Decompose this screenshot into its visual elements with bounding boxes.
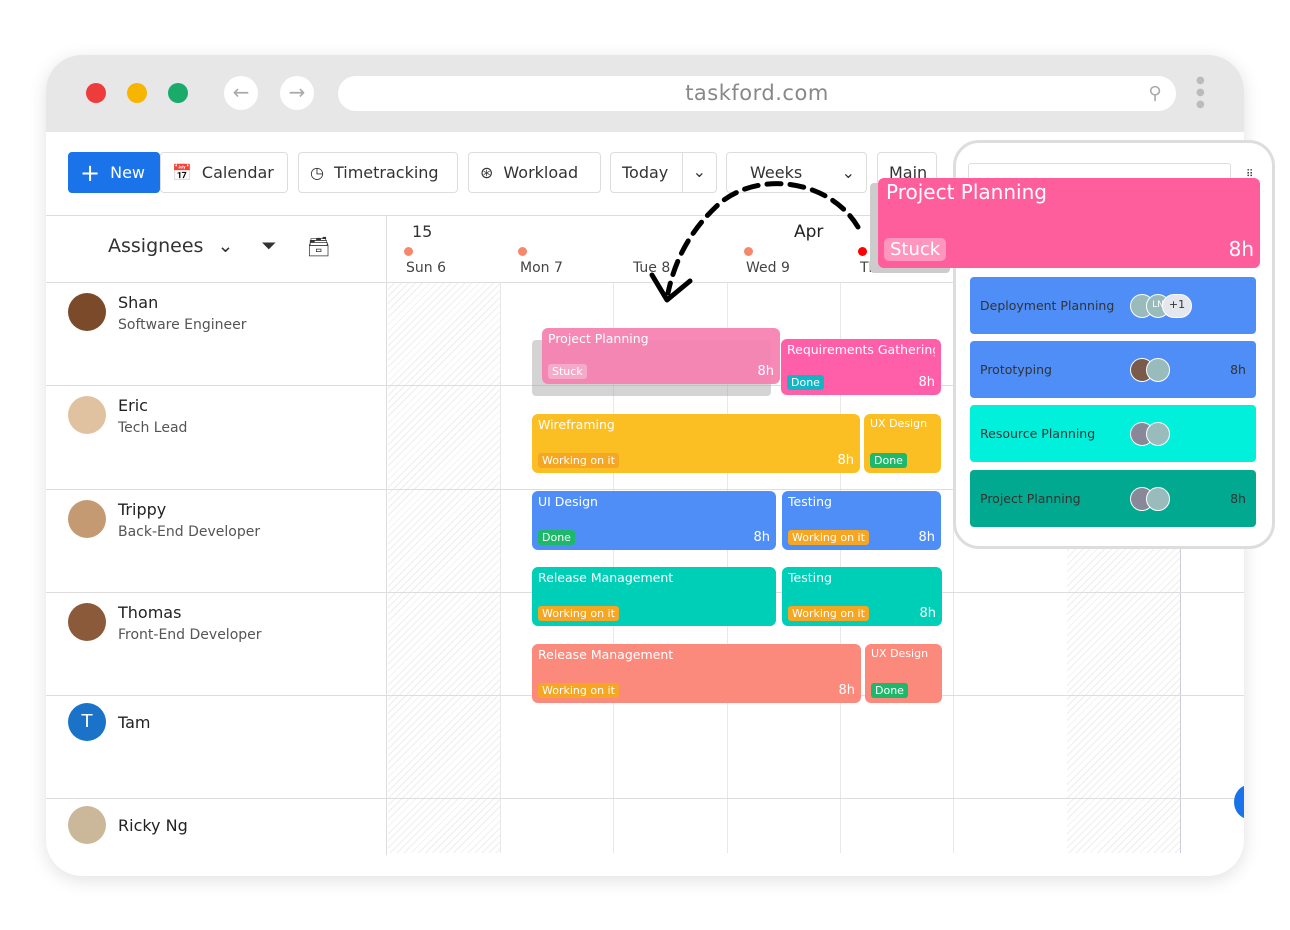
assignee-row[interactable]: Shan Software Engineer (68, 293, 247, 333)
dragged-event-card[interactable]: Project Planning Stuck 8h (878, 178, 1260, 268)
avatar: T (68, 703, 106, 741)
event-card[interactable]: Wireframing Working on it 8h (532, 414, 860, 473)
panel-card[interactable]: Resource Planning (970, 405, 1256, 462)
maximize-window-button[interactable] (168, 83, 188, 103)
status-badge: Working on it (538, 606, 619, 621)
assignee-row[interactable]: Eric Tech Lead (68, 396, 187, 436)
search-icon[interactable]: ⚲ (1148, 76, 1162, 111)
more-vertical-icon[interactable]: ● ● ● (1196, 75, 1205, 111)
assignee-role: Tech Lead (118, 420, 188, 436)
new-button[interactable]: + New (68, 152, 160, 193)
status-badge: Working on it (788, 606, 869, 621)
floating-action-button[interactable] (1234, 785, 1244, 819)
panel-card[interactable]: Deployment Planning LN +1 (970, 277, 1256, 334)
status-badge: Stuck (548, 364, 587, 379)
status-badge: Done (870, 453, 907, 468)
assignee-row[interactable]: T Tam (68, 703, 151, 741)
event-card[interactable]: UX Design Done (864, 414, 941, 473)
address-bar[interactable]: taskford.com ⚲ (338, 76, 1176, 111)
avatar (68, 500, 106, 538)
event-card[interactable]: UX Design Done (865, 644, 942, 703)
back-arrow-icon[interactable]: ← (224, 76, 258, 110)
day-header: Mon 7 (520, 260, 563, 276)
event-card[interactable]: Project Planning Stuck 8h (542, 328, 780, 384)
assignee-row[interactable]: Thomas Front-End Developer (68, 603, 262, 643)
clock-icon: ◷ (310, 163, 324, 182)
event-card[interactable]: Testing Working on it 8h (782, 491, 941, 550)
forward-arrow-icon[interactable]: → (280, 76, 314, 110)
plus-icon: + (80, 158, 101, 187)
event-card[interactable]: Requirements Gathering Done 8h (781, 339, 941, 395)
assignee-name: Eric (118, 396, 148, 415)
assignee-role: Software Engineer (118, 317, 247, 333)
workload-button[interactable]: ⊛ Workload (468, 152, 601, 193)
avatar (68, 603, 106, 641)
assignee-name: Shan (118, 293, 159, 312)
assignee-row[interactable]: Trippy Back-End Developer (68, 500, 260, 540)
archive-icon[interactable]: 🗃 (307, 235, 331, 258)
status-badge: Stuck (884, 238, 947, 261)
dragged-title: Project Planning (886, 180, 1047, 204)
workload-label: Workload (503, 163, 579, 182)
assignees-header: Assignees ⌄ ⏷ 🗃 (108, 235, 331, 258)
new-label: New (110, 163, 146, 182)
event-card[interactable]: Testing Working on it 8h (782, 567, 942, 626)
assignee-name: Trippy (118, 500, 167, 519)
assignee-name: Tam (118, 712, 151, 732)
event-card[interactable]: Release Management Working on it (532, 567, 776, 626)
assignees-dropdown[interactable]: Assignees (108, 235, 203, 258)
status-badge: Working on it (788, 530, 869, 545)
workload-icon: ⊛ (480, 163, 494, 182)
hours-label: 8h (1228, 237, 1254, 261)
weekend-column (388, 283, 500, 853)
url-text: taskford.com (685, 81, 829, 105)
status-badge: Working on it (538, 453, 619, 468)
assignee-name: Thomas (118, 603, 182, 622)
avatar (68, 396, 106, 434)
panel-card[interactable]: Project Planning 8h (970, 470, 1256, 527)
status-badge: Done (538, 530, 575, 545)
calendar-icon: 📅 (172, 163, 192, 182)
assignee-name: Ricky Ng (118, 815, 188, 835)
status-badge: Done (787, 375, 824, 390)
event-card[interactable]: Release Management Working on it 8h (532, 644, 861, 703)
chevron-down-icon[interactable]: ⌄ (217, 235, 233, 258)
calendar-label: Calendar (201, 163, 274, 182)
timetracking-label: Timetracking (333, 163, 439, 182)
browser-chrome: ← → taskford.com ⚲ ● ● ● (46, 55, 1244, 132)
calendar-button[interactable]: 📅 Calendar (160, 152, 288, 193)
assignee-role: Front-End Developer (118, 627, 262, 643)
status-badge: Working on it (538, 683, 619, 698)
panel-card[interactable]: Prototyping 8h (970, 341, 1256, 398)
status-badge: Done (871, 683, 908, 698)
minimize-window-button[interactable] (127, 83, 147, 103)
timetracking-button[interactable]: ◷ Timetracking (298, 152, 458, 193)
assignee-row[interactable]: Ricky Ng (68, 806, 188, 844)
day-header: Sun 6 (406, 260, 446, 276)
filter-icon[interactable]: ⏷ (261, 235, 276, 258)
close-window-button[interactable] (86, 83, 106, 103)
avatar (68, 806, 106, 844)
assignee-role: Back-End Developer (118, 524, 261, 540)
drag-arrow-icon (649, 181, 861, 303)
week-number: 15 (412, 222, 433, 241)
avatar (68, 293, 106, 331)
event-card[interactable]: UI Design Done 8h (532, 491, 776, 550)
